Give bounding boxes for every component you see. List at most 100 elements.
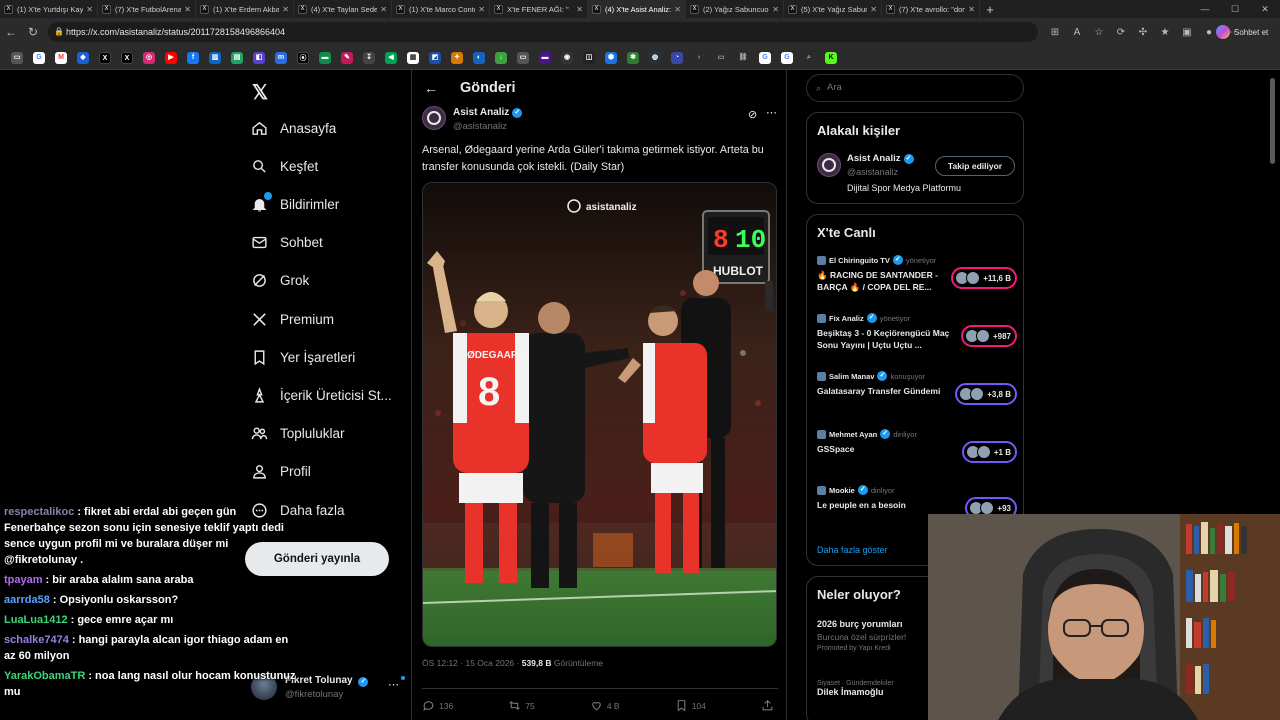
share-button[interactable]: [761, 699, 778, 712]
bookmark-icon[interactable]: ⬢: [605, 51, 617, 64]
listener-pill[interactable]: +1 B: [961, 441, 1017, 463]
following-button[interactable]: Takip ediliyor: [935, 156, 1015, 176]
chat-username[interactable]: LuaLua1412: [4, 614, 68, 626]
bookmark-icon[interactable]: ◔: [671, 51, 683, 64]
bookmark-icon[interactable]: ✎: [341, 51, 353, 64]
x-icon[interactable]: X: [99, 51, 111, 64]
bookmark-icon[interactable]: ◫: [583, 51, 595, 64]
more-icon[interactable]: ⋯: [388, 678, 399, 691]
reply-button[interactable]: 136: [422, 699, 453, 712]
facebook-icon[interactable]: f: [187, 51, 199, 64]
close-tab-icon[interactable]: ✕: [968, 5, 975, 14]
nav-item-mail[interactable]: Sohbet: [250, 227, 323, 257]
nav-item-grok[interactable]: Grok: [250, 265, 309, 295]
bookmark-icon[interactable]: ▭: [11, 51, 23, 64]
back-arrow-icon[interactable]: ←: [424, 80, 438, 96]
scrollbar[interactable]: [1268, 70, 1276, 510]
nav-item-x[interactable]: Premium: [250, 304, 334, 334]
browser-tab[interactable]: X (7) X'te avrollo: "dome✕: [882, 0, 980, 18]
show-more-link[interactable]: Daha fazla göster: [817, 545, 888, 555]
grok-icon[interactable]: ⊘: [748, 108, 757, 121]
related-name[interactable]: Asist Analiz ✓: [847, 153, 914, 164]
bookmark-icon[interactable]: ▦: [407, 51, 419, 64]
browser-tab[interactable]: X (7) X'te FutbolArena: "✕: [98, 0, 196, 18]
favorites-icon[interactable]: ★: [1154, 27, 1176, 38]
bookmark-icon[interactable]: ▬: [539, 51, 551, 64]
close-tab-icon[interactable]: ✕: [576, 5, 583, 14]
bookmark-button[interactable]: 104: [675, 699, 706, 712]
bookmark-icon[interactable]: ◆: [77, 51, 89, 64]
chat-username[interactable]: YarakObamaTR: [4, 670, 85, 682]
post-time[interactable]: ÖS 12:12 · 15 Oca 2026 ·: [422, 658, 519, 668]
browser-tab[interactable]: X X'te FENER AĞI: " ✕: [490, 0, 588, 18]
author-handle[interactable]: @asistanaliz: [453, 121, 507, 132]
bookmark-icon[interactable]: ◀: [385, 51, 397, 64]
bookmark-icon[interactable]: ↓: [495, 51, 507, 64]
related-avatar[interactable]: [817, 153, 841, 177]
listener-pill[interactable]: +987: [960, 325, 1017, 347]
like-button[interactable]: 4 B: [590, 699, 620, 712]
close-tab-icon[interactable]: ✕: [282, 5, 289, 14]
back-icon[interactable]: ←: [0, 25, 22, 39]
read-aloud-icon[interactable]: A: [1066, 27, 1088, 38]
chat-username[interactable]: respectalikoc: [4, 506, 74, 518]
extensions-icon[interactable]: ✣: [1132, 27, 1154, 38]
trend-item[interactable]: Siyaset · Gündemdekiler Dilek İmamoğlu: [817, 677, 894, 697]
bookmark-icon[interactable]: ▭: [517, 51, 529, 64]
youtube-icon[interactable]: ▶: [165, 51, 177, 64]
bookmark-icon[interactable]: ▬: [319, 51, 331, 64]
bookmark-icon[interactable]: ◐: [473, 51, 485, 64]
trend-item[interactable]: 2026 burç yorumları Burcuna özel sürpriz…: [817, 619, 906, 652]
google-icon[interactable]: G: [759, 51, 771, 64]
live-space-item[interactable]: Fix Analiz ✓ yönetiyor Beşiktaş 3 - 0 Keçiö…: [817, 313, 1017, 359]
x-icon[interactable]: X: [121, 51, 133, 64]
apps-icon[interactable]: ⊞: [1044, 27, 1066, 38]
author-avatar[interactable]: [422, 106, 446, 130]
nav-item-person[interactable]: Profil: [250, 456, 311, 486]
close-tab-icon[interactable]: ✕: [86, 5, 93, 14]
more-icon[interactable]: ⋯: [766, 106, 777, 119]
site-info-icon[interactable]: 🔒: [54, 22, 64, 42]
search-input[interactable]: ⌕ Ara: [806, 74, 1024, 102]
close-tab-icon[interactable]: ✕: [184, 5, 191, 14]
chat-username[interactable]: tpayam: [4, 574, 43, 586]
minimize-icon[interactable]: —: [1190, 0, 1220, 18]
repost-button[interactable]: 75: [508, 699, 535, 712]
chat-username[interactable]: schalke7474: [4, 634, 69, 646]
listener-pill[interactable]: +3,8 B: [955, 383, 1017, 405]
link-icon[interactable]: ⛓: [737, 52, 749, 64]
bookmark-icon[interactable]: ◉: [561, 51, 573, 64]
bookmark-icon[interactable]: ✦: [451, 51, 463, 64]
nav-item-bookmark[interactable]: Yer İşaretleri: [250, 342, 355, 372]
folder-icon[interactable]: ▭: [715, 52, 727, 64]
maximize-icon[interactable]: ☐: [1220, 0, 1250, 18]
nav-item-people[interactable]: Topluluklar: [250, 418, 345, 448]
bookmark-icon[interactable]: ↧: [363, 51, 375, 64]
bookmark-icon[interactable]: ⦿: [297, 51, 309, 64]
nav-item-search[interactable]: Keşfet: [250, 151, 318, 181]
gmail-icon[interactable]: M: [55, 51, 67, 64]
browser-tab[interactable]: X (5) X'te Yağız Sabuncu✕: [784, 0, 882, 18]
nav-item-bell[interactable]: Bildirimler: [250, 189, 339, 219]
bookmark-icon[interactable]: ✱: [627, 51, 639, 64]
nav-item-creator[interactable]: İçerik Üreticisi St...: [250, 380, 392, 410]
favorite-star-icon[interactable]: ☆: [1088, 27, 1110, 38]
google-icon[interactable]: G: [33, 51, 45, 64]
close-tab-icon[interactable]: ✕: [772, 5, 779, 14]
bookmark-icon[interactable]: ▤: [231, 51, 243, 64]
close-tab-icon[interactable]: ✕: [674, 5, 681, 14]
reload-icon[interactable]: ↻: [22, 25, 44, 39]
bookmark-icon[interactable]: m: [275, 51, 287, 64]
live-space-item[interactable]: Mehmet Ayan ✓ dinliyor GSSpace +1 B: [817, 429, 1017, 475]
google-icon[interactable]: G: [781, 51, 793, 64]
search-icon[interactable]: ⌕: [803, 52, 815, 64]
browser-tab[interactable]: X (1) X'te Yurtdışı Kaynakl✕: [0, 0, 98, 18]
x-logo-icon[interactable]: 𝕏: [252, 80, 268, 105]
bookmark-icon[interactable]: ◍: [649, 51, 661, 64]
url-field[interactable]: 🔒 https://x.com/asistanaliz/status/20117…: [48, 22, 1038, 42]
browser-tab[interactable]: X (4) X'te Taylan Sedef: "✕: [294, 0, 392, 18]
close-tab-icon[interactable]: ✕: [870, 5, 877, 14]
refresh-icon[interactable]: ⟳: [1110, 27, 1132, 38]
collections-icon[interactable]: ▣: [1176, 27, 1198, 38]
browser-tab[interactable]: X (4) X'te Asist Analiz: "A✕: [588, 0, 686, 18]
